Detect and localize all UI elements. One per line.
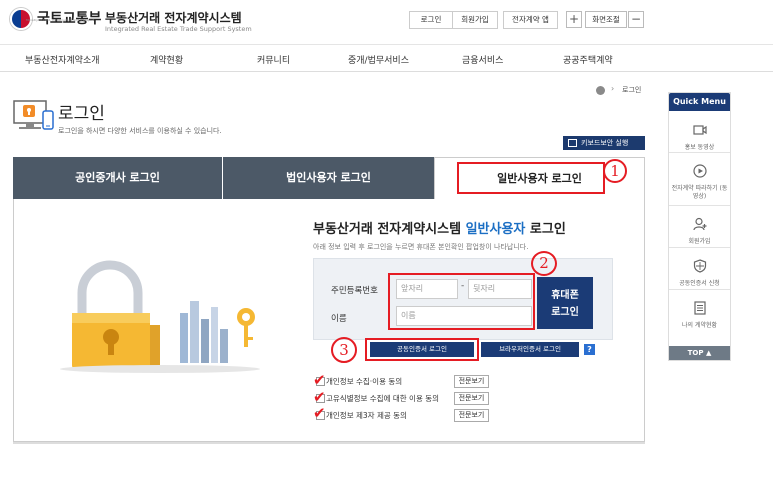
annotation-step-2: 2 [531, 251, 557, 276]
annotation-check-mark: ✔ [313, 371, 326, 389]
form-title-accent: 일반사용자 [465, 222, 526, 237]
breadcrumb-current: 로그인 [622, 86, 642, 94]
annotation-check-mark: ✔ [313, 388, 326, 406]
header-login-link[interactable]: 로그인 [409, 11, 453, 29]
document-list-icon [693, 301, 706, 315]
browser-certificate-login-button[interactable]: 브라우저인증서 로그인 [481, 342, 579, 357]
page-title: 로그인 [58, 104, 105, 124]
quick-menu-label: 홍보 동영상 [684, 144, 715, 151]
quick-menu-label: 공동인증서 신청 [679, 280, 720, 287]
zoom-out-button[interactable]: − [628, 11, 644, 28]
monitor-lock-icon [13, 100, 54, 130]
quick-menu-my-contracts[interactable]: 나의 계약현황 [669, 290, 730, 340]
tab-broker-login[interactable]: 공인중개사 로그인 [13, 157, 222, 199]
nav-item-public-housing[interactable]: 공공주택계약 [563, 53, 613, 66]
keyboard-icon [568, 139, 577, 147]
view-full-text-button[interactable]: 전문보기 [454, 392, 489, 405]
quick-menu-label: 회원가입 [688, 238, 711, 245]
nav-item-community[interactable]: 커뮤니티 [257, 53, 290, 66]
agree-label: 고유식별정보 수집에 대한 이용 동의 [326, 394, 440, 403]
quick-menu-join[interactable]: 회원가입 [669, 206, 730, 248]
annotation-check-mark: ✔ [313, 404, 326, 422]
system-subtitle: Integrated Real Estate Trade Support Sys… [105, 25, 252, 33]
tab-corporate-login[interactable]: 법인사용자 로그인 [223, 157, 434, 199]
annotation-box-inputs [388, 273, 535, 330]
help-icon[interactable]: ? [584, 344, 595, 355]
phone-login-line2: 로그인 [551, 307, 579, 318]
annotation-step-1: 1 [603, 159, 627, 183]
quick-menu-promo-video[interactable]: 홍보 동영상 [669, 113, 730, 153]
keyboard-security-button[interactable]: 키보드보안 실행 [563, 136, 645, 150]
annotation-step-3: 3 [331, 337, 357, 363]
system-title[interactable]: 부동산거래 전자계약시스템 [105, 9, 242, 26]
page-description: 로그인을 하시면 다양한 서비스를 이용하실 수 있습니다. [58, 127, 222, 135]
ministry-subtitle: Ministry of Land, Infrastructure and Tra… [26, 18, 95, 22]
padlock-city-illustration [60, 260, 260, 373]
home-icon[interactable] [596, 86, 605, 95]
phone-login-button[interactable]: 휴대폰 로그인 [537, 277, 593, 329]
nav-item-intro[interactable]: 부동산전자계약소개 [25, 53, 100, 66]
form-title-suffix: 로그인 [529, 222, 566, 237]
quick-menu-label: 전자계약 따라하기 (동영상) [671, 185, 728, 200]
login-form-title: 부동산거래 전자계약시스템 일반사용자 로그인 [313, 218, 566, 237]
rrn-label: 주민등록번호 [331, 286, 378, 296]
scroll-top-button[interactable]: TOP ▲ [669, 346, 730, 360]
quick-menu-title: Quick Menu [669, 93, 730, 111]
header-app-link[interactable]: 전자계약 앱 [503, 11, 558, 29]
agree-label: 개인정보 수집·이용 동의 [326, 377, 403, 386]
play-circle-icon [692, 164, 707, 178]
name-label: 이름 [331, 314, 347, 324]
nav-item-brokerage-legal[interactable]: 중개/법무서비스 [348, 53, 409, 66]
view-full-text-button[interactable]: 전문보기 [454, 409, 489, 422]
annotation-box-tab [457, 162, 605, 194]
login-form-description: 아래 정보 입력 후 로그인을 누르면 휴대폰 본인확인 팝업창이 나타납니다. [313, 243, 529, 251]
form-title-prefix: 부동산거래 전자계약시스템 [313, 222, 462, 237]
header-join-link[interactable]: 회원가입 [452, 11, 498, 29]
annotation-box-cert [365, 338, 479, 361]
phone-login-line1: 휴대폰 [551, 290, 579, 301]
main-nav: 부동산전자계약소개 계약현황 커뮤니티 중개/법무서비스 금융서비스 공공주택계… [0, 44, 773, 72]
zoom-in-button[interactable]: + [566, 11, 582, 28]
user-add-icon [692, 217, 706, 231]
header: 국토교통부 Ministry of Land, Infrastructure a… [0, 0, 773, 44]
zoom-label: 화면조절 [585, 11, 627, 28]
breadcrumb-separator: › [611, 84, 615, 93]
agree-label: 개인정보 제3자 제공 동의 [326, 411, 407, 420]
view-full-text-button[interactable]: 전문보기 [454, 375, 489, 388]
quick-menu: Quick Menu 홍보 동영상 전자계약 따라하기 (동영상) 회원가입 공… [668, 92, 731, 361]
quick-menu-certificate[interactable]: 공동인증서 신청 [669, 248, 730, 290]
quick-menu-tutorial[interactable]: 전자계약 따라하기 (동영상) [669, 153, 730, 206]
video-camera-icon [692, 125, 707, 135]
shield-icon [693, 259, 706, 273]
nav-item-finance[interactable]: 금융서비스 [462, 53, 503, 66]
nav-item-contract-status[interactable]: 계약현황 [150, 53, 183, 66]
keyboard-security-label: 키보드보안 실행 [581, 139, 629, 147]
quick-menu-label: 나의 계약현황 [681, 322, 718, 329]
